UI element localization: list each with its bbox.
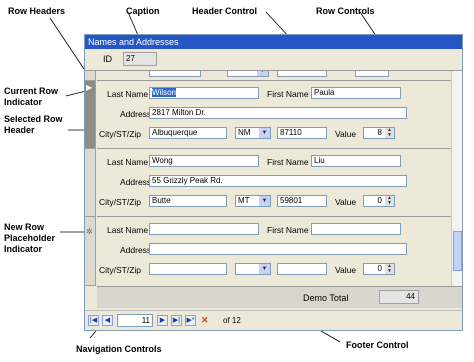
zip-field[interactable]: 87110 xyxy=(277,127,327,139)
delete-icon[interactable]: ✕ xyxy=(201,315,209,326)
navigation-controls-callout: Navigation Controls xyxy=(76,344,162,354)
window-caption: Names and Addresses xyxy=(85,35,462,49)
demo-total-label: Demo Total xyxy=(303,293,349,303)
address-label: Address xyxy=(120,109,152,119)
last-name-field[interactable]: Wilson xyxy=(149,87,259,99)
add-new-icon[interactable]: ▶* xyxy=(185,315,196,326)
last-name-label: Last Name xyxy=(107,225,149,235)
value-label: Value xyxy=(335,129,357,139)
footer-control-callout: Footer Control xyxy=(346,340,409,350)
header-control-callout: Header Control xyxy=(192,6,258,16)
demo-total-field: 44 xyxy=(379,290,419,304)
first-name-label: First Name xyxy=(267,225,309,235)
spinner-arrows-icon[interactable]: ▲ ▼ xyxy=(385,128,394,138)
city-field[interactable] xyxy=(149,71,201,77)
city-st-zip-label: City/ST/Zip xyxy=(99,129,142,139)
address-field[interactable] xyxy=(149,243,407,255)
value-spinner[interactable]: 8 ▲ ▼ xyxy=(363,127,395,139)
id-label: ID xyxy=(103,54,112,64)
state-dropdown[interactable]: ▼ xyxy=(235,263,271,275)
city-st-zip-label: City/ST/Zip xyxy=(99,197,142,207)
current-row-indicator-callout: Current Row Indicator xyxy=(4,86,58,107)
spinner-arrows-icon[interactable]: ▲ ▼ xyxy=(385,264,394,274)
binding-navigator: |◀ ◀ 11 ▶ ▶| ▶* ✕ of 12 xyxy=(85,310,462,330)
header-control: ID 27 xyxy=(85,49,462,71)
address-field[interactable]: 55 Grizzly Peak Rd. xyxy=(149,175,407,187)
chevron-down-icon[interactable]: ▼ xyxy=(259,196,270,206)
new-record-row: Last Name First Name Address City/ST/Zip… xyxy=(97,217,451,286)
move-last-icon[interactable]: ▶| xyxy=(171,315,182,326)
zip-field[interactable] xyxy=(277,71,327,77)
new-row-placeholder-callout: New Row Placeholder Indicator xyxy=(4,222,56,254)
last-name-label: Last Name xyxy=(107,89,149,99)
first-name-field[interactable]: Paula xyxy=(311,87,401,99)
city-field[interactable]: Butte xyxy=(149,195,227,207)
row-header[interactable] xyxy=(85,149,96,217)
zip-field[interactable] xyxy=(277,263,327,275)
city-st-zip-label: City/ST/Zip xyxy=(99,265,142,275)
last-name-label: Last Name xyxy=(107,157,149,167)
chevron-down-icon[interactable]: ▼ xyxy=(259,264,270,274)
first-name-field[interactable] xyxy=(311,223,401,235)
footer-control: Demo Total 44 xyxy=(97,286,462,308)
row-header[interactable] xyxy=(85,71,96,81)
partial-record: ▼ xyxy=(97,71,451,81)
address-label: Address xyxy=(120,177,152,187)
data-repeater-window: Names and Addresses ID 27 ▼ ▶ Last Name … xyxy=(84,34,463,331)
address-label: Address xyxy=(120,245,152,255)
value-label: Value xyxy=(335,265,357,275)
state-dropdown[interactable]: NM ▼ xyxy=(235,127,271,139)
move-next-icon[interactable]: ▶ xyxy=(157,315,168,326)
record-count-label: of 12 xyxy=(223,316,241,325)
value-spinner[interactable]: 0 ▲ ▼ xyxy=(363,195,395,207)
row-area: ▼ ▶ Last Name Wilson First Name Paula Ad… xyxy=(85,71,462,286)
record-row: Last Name Wong First Name Liu Address 55… xyxy=(97,149,451,217)
zip-field[interactable]: 59801 xyxy=(277,195,327,207)
value-label: Value xyxy=(335,197,357,207)
selected-row-header[interactable]: ▶ xyxy=(85,81,96,149)
last-name-field[interactable] xyxy=(149,223,259,235)
last-name-field[interactable]: Wong xyxy=(149,155,259,167)
vertical-scrollbar[interactable] xyxy=(451,71,462,286)
state-dropdown[interactable]: ▼ xyxy=(227,71,269,77)
city-field[interactable] xyxy=(149,263,227,275)
first-name-field[interactable]: Liu xyxy=(311,155,401,167)
chevron-down-icon[interactable]: ▼ xyxy=(259,128,270,138)
id-field[interactable]: 27 xyxy=(123,52,157,66)
caption-callout: Caption xyxy=(126,6,160,16)
value-spinner[interactable]: 0 ▲ ▼ xyxy=(363,263,395,275)
new-row-icon: ✲ xyxy=(86,227,93,236)
record-row: Last Name Wilson First Name Paula Addres… xyxy=(97,81,451,149)
first-name-label: First Name xyxy=(267,157,309,167)
position-field[interactable]: 11 xyxy=(117,314,153,327)
address-field[interactable]: 2817 Milton Dr. xyxy=(149,107,407,119)
new-row-header[interactable]: ✲ xyxy=(85,217,96,286)
city-field[interactable]: Albuquerque xyxy=(149,127,227,139)
state-dropdown[interactable]: MT ▼ xyxy=(235,195,271,207)
row-headers-callout: Row Headers xyxy=(8,6,66,16)
first-name-label: First Name xyxy=(267,89,309,99)
move-previous-icon[interactable]: ◀ xyxy=(102,315,113,326)
value-spinner[interactable] xyxy=(355,71,389,77)
spinner-arrows-icon[interactable]: ▲ ▼ xyxy=(385,196,394,206)
current-row-icon: ▶ xyxy=(86,83,93,92)
chevron-down-icon[interactable]: ▼ xyxy=(257,71,268,76)
move-first-icon[interactable]: |◀ xyxy=(88,315,99,326)
selected-row-header-callout: Selected Row Header xyxy=(4,114,63,135)
scrollbar-thumb[interactable] xyxy=(453,231,462,271)
row-controls-callout: Row Controls xyxy=(316,6,375,16)
